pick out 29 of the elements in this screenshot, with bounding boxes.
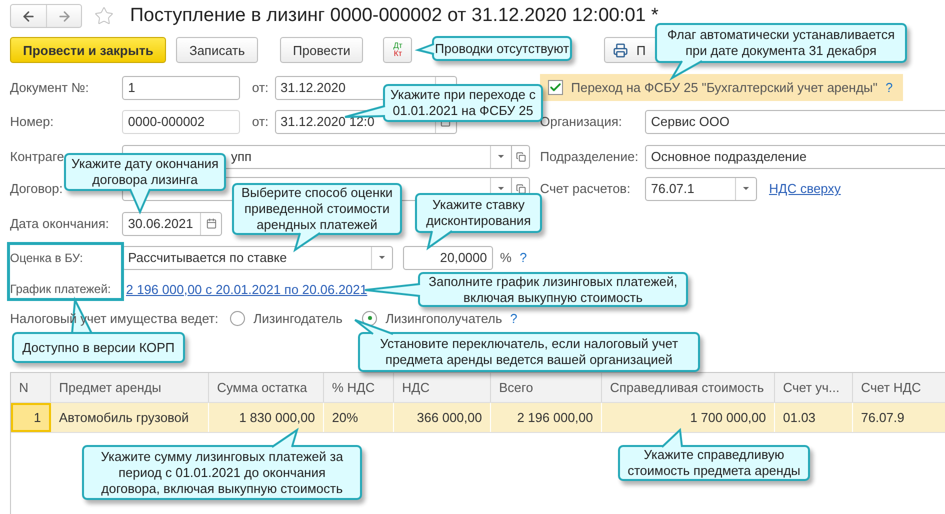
radio-label: Лизингодатель [253,310,342,326]
table-cell: 1 [11,403,51,432]
field-label: Номер: [10,114,55,129]
field-label: График платежей: [10,282,111,296]
field-label: Документ №: [10,80,90,95]
field-label: от: [252,114,269,129]
hint-tooltip: Выберите способ оценки приведенной стоимости арендных платежей [232,183,402,235]
radio-label: Лизингополучатель [385,310,502,326]
hint-tooltip: Укажите сумму лизинговых платежей за период с 01.01.2021 до окончания договора, включая выкупную стоимость [82,445,362,500]
field-label: Дата окончания: [10,216,110,231]
checkbox-label: Переход на ФСБУ 25 "Бухгалтерский учет аренды" [571,80,878,95]
table-cell: 1 830 000,00 [209,403,324,432]
hint-tooltip: Укажите при переходе с 01.01.2021 на ФСБУ 25 [383,84,543,122]
hint-tooltip: Проводки отсутствуют [432,36,572,61]
field-label: Оценка в БУ: [10,250,83,264]
field-label: Счет расчетов: [540,181,632,196]
table-cell: 20% [324,403,394,432]
table-cell: Автомобиль грузовой [51,403,209,432]
table-cell: 76.07.9 [853,403,945,432]
table-cell: 1 700 000,00 [602,403,775,432]
field-label: Контраге [10,149,64,164]
table-cell: 2 196 000,00 [491,403,602,432]
field-label: Подразделение: [540,149,640,164]
table-cell: 366 000,00 [394,403,491,432]
table-cell: 01.03 [775,403,853,432]
field-label: от: [252,80,269,95]
field-label: Организация: [540,114,624,129]
percent-label: % [500,250,512,265]
hint-tooltip: Заполните график лизинговых платежей, включая выкупную стоимость [418,272,688,307]
